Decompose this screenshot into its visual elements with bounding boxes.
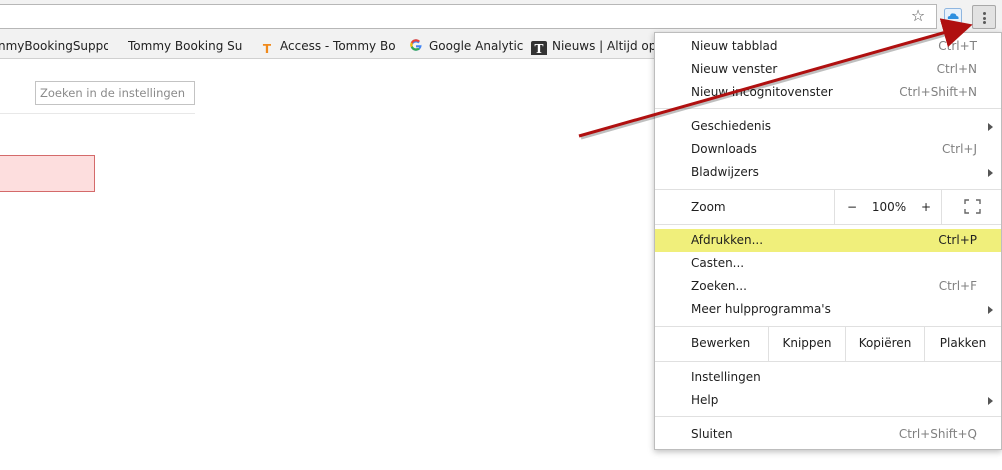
fullscreen-icon[interactable] (964, 199, 981, 214)
bookmark-item[interactable]: T Access - Tommy Book (259, 37, 395, 55)
browser-window: ☆ nmyBookingSuppo Tommy Booking Supp T Ac… (0, 0, 1002, 470)
menu-item-label: Instellingen (691, 370, 761, 384)
orange-t-icon: T (262, 42, 272, 55)
bookmark-label: nmyBookingSuppo (0, 39, 108, 53)
zoom-out-button[interactable]: − (843, 190, 861, 224)
bookmark-label: Google Analytics (429, 39, 523, 53)
menu-item-more-tools[interactable]: Meer hulpprogramma's (655, 298, 1001, 321)
menu-item-label: Bladwijzers (691, 165, 759, 179)
chevron-right-icon (988, 306, 993, 314)
menu-item-label: Downloads (691, 142, 757, 156)
menu-item-label: Sluiten (691, 427, 733, 441)
menu-item-label: Nieuw incognitovenster (691, 85, 833, 99)
menu-item-new-window[interactable]: Nieuw venster Ctrl+N (655, 58, 1001, 81)
menu-item-label: Geschiedenis (691, 119, 772, 133)
cut-button[interactable]: Knippen (768, 326, 845, 361)
chevron-right-icon (988, 169, 993, 177)
menu-item-bookmarks[interactable]: Bladwijzers (655, 161, 1001, 184)
menu-item-exit[interactable]: Sluiten Ctrl+Shift+Q (655, 423, 1001, 446)
menu-item-settings[interactable]: Instellingen (655, 366, 1001, 389)
menu-zoom-row: Zoom − 100% + (655, 190, 1001, 224)
menu-item-shortcut: Ctrl+Shift+N (899, 85, 977, 99)
menu-item-history[interactable]: Geschiedenis (655, 115, 1001, 138)
chevron-right-icon (988, 123, 993, 131)
menu-item-shortcut: Ctrl+J (942, 142, 977, 156)
chevron-right-icon (988, 397, 993, 405)
copy-button[interactable]: Kopiëren (845, 326, 924, 361)
menu-item-label: Zoeken... (691, 279, 747, 293)
menu-item-help[interactable]: Help (655, 389, 1001, 412)
menu-item-find[interactable]: Zoeken... Ctrl+F (655, 275, 1001, 298)
bookmark-item[interactable]: Tommy Booking Supp (128, 37, 243, 55)
bookmark-item[interactable]: nmyBookingSuppo (0, 37, 108, 55)
bookmark-label: Access - Tommy Book (280, 39, 395, 53)
settings-search-area (0, 59, 195, 114)
chrome-menu: Nieuw tabblad Ctrl+T Nieuw venster Ctrl+… (654, 32, 1002, 450)
menu-separator (655, 108, 1001, 109)
menu-item-shortcut: Ctrl+P (938, 233, 977, 247)
menu-item-shortcut: Ctrl+N (936, 62, 977, 76)
cloud-icon[interactable] (944, 8, 962, 24)
warning-box (0, 155, 95, 192)
menu-item-shortcut: Ctrl+T (938, 39, 977, 53)
menu-item-label: Afdrukken... (691, 233, 764, 247)
newspaper-icon: T (531, 41, 547, 55)
star-icon[interactable]: ☆ (908, 7, 928, 25)
edit-label: Bewerken (691, 336, 751, 350)
bookmark-item[interactable]: T Nieuws | Altijd op d (531, 37, 655, 55)
toolbar: ☆ (0, 0, 1002, 33)
menu-item-label: Nieuw tabblad (691, 39, 778, 53)
menu-item-cast[interactable]: Casten... (655, 252, 1001, 275)
three-dots-icon[interactable] (972, 5, 996, 29)
address-bar[interactable] (0, 4, 937, 29)
menu-item-label: Meer hulpprogramma's (691, 302, 831, 316)
zoom-value: 100% (871, 200, 907, 214)
paste-button[interactable]: Plakken (924, 326, 1001, 361)
menu-item-label: Nieuw venster (691, 62, 778, 76)
bookmark-label: Nieuws | Altijd op d (552, 39, 655, 53)
zoom-in-button[interactable]: + (917, 190, 935, 224)
menu-separator (655, 416, 1001, 417)
menu-edit-row: Bewerken Knippen Kopiëren Plakken (655, 326, 1001, 361)
google-g-icon (410, 39, 422, 51)
zoom-controls: − 100% + (834, 190, 942, 224)
menu-item-shortcut: Ctrl+F (938, 279, 977, 293)
bookmark-label: Tommy Booking Supp (128, 39, 243, 53)
menu-item-new-incognito-window[interactable]: Nieuw incognitovenster Ctrl+Shift+N (655, 81, 1001, 104)
bookmark-item[interactable]: Google Analytics (408, 37, 523, 55)
menu-item-label: Casten... (691, 256, 745, 270)
menu-item-downloads[interactable]: Downloads Ctrl+J (655, 138, 1001, 161)
menu-item-shortcut: Ctrl+Shift+Q (898, 427, 977, 441)
menu-separator (655, 361, 1001, 362)
menu-separator (655, 224, 1001, 225)
menu-item-label: Help (691, 393, 719, 407)
settings-search-input[interactable] (35, 81, 195, 105)
menu-item-print[interactable]: Afdrukken... Ctrl+P (655, 229, 1001, 252)
zoom-label: Zoom (691, 200, 726, 214)
menu-item-new-tab[interactable]: Nieuw tabblad Ctrl+T (655, 35, 1001, 58)
